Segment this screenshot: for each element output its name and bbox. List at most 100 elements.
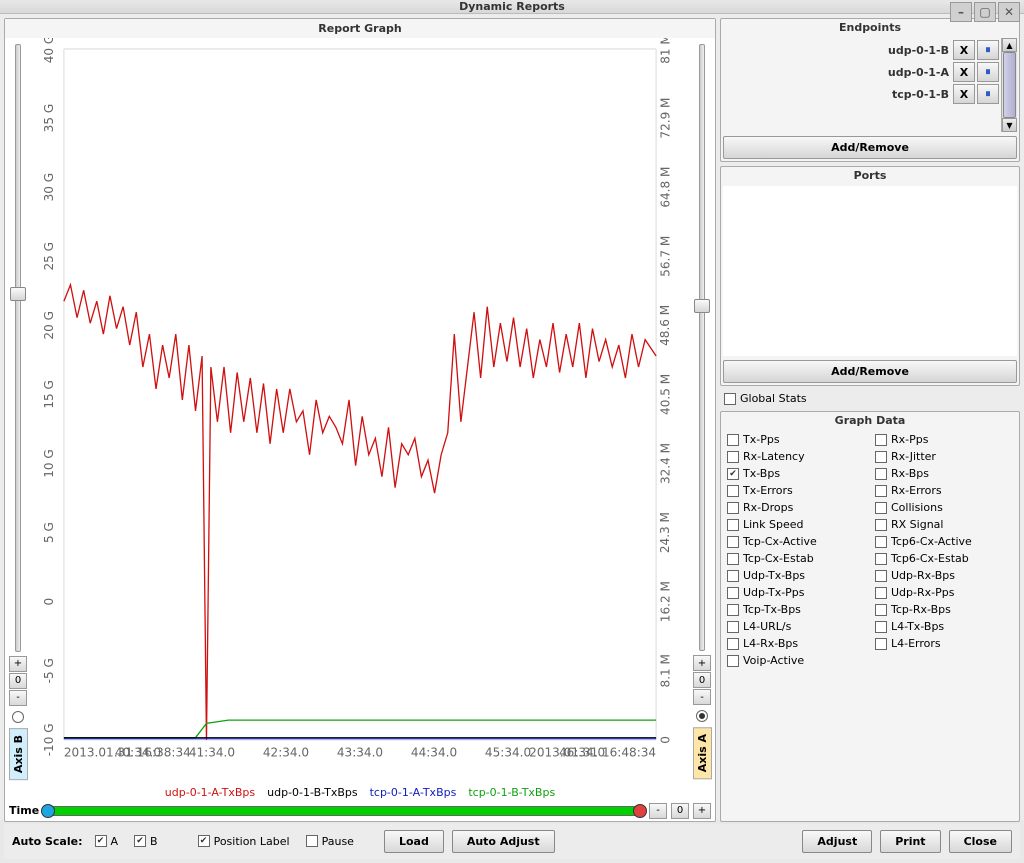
endpoint-pause-button[interactable]: ⏸: [977, 40, 999, 60]
graph-data-checkbox[interactable]: Rx-Bps: [871, 465, 1017, 482]
svg-text:25 G: 25 G: [42, 242, 56, 270]
svg-text:8.1 M: 8.1 M: [658, 654, 672, 687]
graph-data-label: Link Speed: [743, 518, 804, 531]
graph-data-panel: Graph Data Tx-Pps Rx-Latency Tx-Bps Tx-Erro…: [720, 411, 1020, 822]
axis-a-slider[interactable]: [699, 44, 705, 651]
graph-data-label: Rx-Bps: [891, 467, 929, 480]
graph-data-checkbox[interactable]: Rx-Pps: [871, 431, 1017, 448]
scroll-down-icon[interactable]: ▼: [1002, 118, 1017, 132]
graph-data-checkbox[interactable]: Udp-Rx-Pps: [871, 584, 1017, 601]
graph-data-checkbox[interactable]: Udp-Tx-Bps: [723, 567, 869, 584]
svg-text:44:34.0: 44:34.0: [411, 745, 457, 759]
legend-item: tcp-0-1-A-TxBps: [370, 786, 457, 799]
svg-text:0: 0: [42, 598, 56, 606]
endpoint-label: udp-0-1-A: [888, 66, 949, 79]
pause-checkbox[interactable]: Pause: [302, 833, 358, 850]
graph-data-checkbox[interactable]: Rx-Drops: [723, 499, 869, 516]
graph-data-label: Tcp-Rx-Bps: [891, 603, 951, 616]
time-knob-end[interactable]: [633, 804, 647, 818]
graph-data-label: Tx-Pps: [743, 433, 780, 446]
svg-text:2013.01.31 16:48:34: 2013.01.31 16:48:34: [529, 745, 656, 759]
graph-data-checkbox[interactable]: Link Speed: [723, 516, 869, 533]
endpoints-scrollbar[interactable]: ▲ ▼: [1001, 38, 1017, 132]
graph-data-checkbox[interactable]: Rx-Errors: [871, 482, 1017, 499]
endpoint-pause-button[interactable]: ⏸: [977, 84, 999, 104]
graph-data-checkbox[interactable]: Tcp-Rx-Bps: [871, 601, 1017, 618]
graph-data-checkbox[interactable]: L4-Rx-Bps: [723, 635, 869, 652]
time-zero[interactable]: 0: [671, 803, 689, 819]
svg-text:72.9 M: 72.9 M: [658, 98, 672, 139]
svg-text:42:34.0: 42:34.0: [263, 745, 309, 759]
graph-data-checkbox[interactable]: Tx-Bps: [723, 465, 869, 482]
ports-add-remove-button[interactable]: Add/Remove: [723, 360, 1017, 383]
time-minus[interactable]: -: [649, 803, 667, 819]
load-button[interactable]: Load: [384, 830, 444, 853]
svg-text:10 G: 10 G: [42, 449, 56, 477]
axis-b-radio[interactable]: [12, 711, 24, 723]
graph-data-checkbox[interactable]: Tcp6-Cx-Estab: [871, 550, 1017, 567]
axis-b-minus[interactable]: -: [9, 690, 27, 706]
auto-scale-a-checkbox[interactable]: A: [91, 833, 123, 850]
endpoint-remove-button[interactable]: X: [953, 84, 975, 104]
endpoint-label: udp-0-1-B: [888, 44, 949, 57]
endpoint-remove-button[interactable]: X: [953, 40, 975, 60]
svg-text:81 M: 81 M: [658, 38, 672, 64]
graph-data-checkbox[interactable]: Tcp-Cx-Active: [723, 533, 869, 550]
graph-data-checkbox[interactable]: Tcp-Tx-Bps: [723, 601, 869, 618]
axis-a-radio[interactable]: [696, 710, 708, 722]
position-label-checkbox[interactable]: Position Label: [194, 833, 294, 850]
graph-data-checkbox[interactable]: L4-Errors: [871, 635, 1017, 652]
endpoints-panel: Endpoints udp-0-1-BX⏸udp-0-1-AX⏸tcp-0-1-…: [720, 18, 1020, 162]
auto-scale-b-checkbox[interactable]: B: [130, 833, 162, 850]
axis-a-plus[interactable]: +: [693, 655, 711, 671]
graph-data-title: Graph Data: [721, 412, 1019, 429]
time-plus[interactable]: +: [693, 803, 711, 819]
graph-data-checkbox[interactable]: Tx-Pps: [723, 431, 869, 448]
graph-data-checkbox[interactable]: Rx-Jitter: [871, 448, 1017, 465]
minimize-button[interactable]: –: [950, 2, 972, 22]
axis-a-minus[interactable]: -: [693, 689, 711, 705]
close-window-button[interactable]: ✕: [998, 2, 1020, 22]
auto-adjust-button[interactable]: Auto Adjust: [452, 830, 555, 853]
graph-data-checkbox[interactable]: Collisions: [871, 499, 1017, 516]
graph-data-checkbox[interactable]: L4-Tx-Bps: [871, 618, 1017, 635]
graph-data-checkbox[interactable]: Rx-Latency: [723, 448, 869, 465]
legend-item: udp-0-1-B-TxBps: [267, 786, 357, 799]
axis-b-plus[interactable]: +: [9, 656, 27, 672]
graph-data-label: Tcp-Cx-Active: [743, 535, 817, 548]
graph-data-label: Tx-Bps: [743, 467, 780, 480]
endpoint-pause-button[interactable]: ⏸: [977, 62, 999, 82]
graph-data-label: Voip-Active: [743, 654, 804, 667]
endpoints-add-remove-button[interactable]: Add/Remove: [723, 136, 1017, 159]
graph-data-checkbox[interactable]: Udp-Rx-Bps: [871, 567, 1017, 584]
axis-b-value[interactable]: 0: [9, 673, 27, 689]
maximize-button[interactable]: ▢: [974, 2, 996, 22]
time-slider[interactable]: [43, 806, 645, 816]
graph-data-checkbox[interactable]: Tx-Errors: [723, 482, 869, 499]
axis-a-value[interactable]: 0: [693, 672, 711, 688]
svg-text:-10 G: -10 G: [42, 723, 56, 756]
time-knob-start[interactable]: [41, 804, 55, 818]
graph-data-checkbox[interactable]: Tcp-Cx-Estab: [723, 550, 869, 567]
graph-data-checkbox[interactable]: RX Signal: [871, 516, 1017, 533]
graph-data-label: Tcp-Cx-Estab: [743, 552, 814, 565]
graph-data-checkbox[interactable]: Udp-Tx-Pps: [723, 584, 869, 601]
axis-b-slider[interactable]: [15, 44, 21, 652]
close-button[interactable]: Close: [949, 830, 1012, 853]
print-button[interactable]: Print: [880, 830, 940, 853]
svg-text:45:34.0: 45:34.0: [485, 745, 531, 759]
graph-data-checkbox[interactable]: L4-URL/s: [723, 618, 869, 635]
graph-data-checkbox[interactable]: Voip-Active: [723, 652, 869, 669]
svg-text:40 G: 40 G: [42, 38, 56, 63]
graph-data-checkbox[interactable]: Tcp6-Cx-Active: [871, 533, 1017, 550]
endpoint-remove-button[interactable]: X: [953, 62, 975, 82]
plot-area[interactable]: 40 G35 G30 G25 G20 G15 G10 G5 G0-5 G-10 …: [31, 38, 689, 784]
scroll-up-icon[interactable]: ▲: [1002, 38, 1017, 52]
endpoint-row: tcp-0-1-BX⏸: [725, 84, 999, 104]
global-stats-checkbox[interactable]: Global Stats: [720, 390, 1020, 407]
bottom-bar: Auto Scale: A B Position Label Pause Loa…: [4, 824, 1020, 859]
graph-data-label: Tcp-Tx-Bps: [743, 603, 801, 616]
adjust-button[interactable]: Adjust: [802, 830, 872, 853]
graph-data-label: RX Signal: [891, 518, 943, 531]
titlebar: Dynamic Reports – ▢ ✕: [0, 0, 1024, 14]
